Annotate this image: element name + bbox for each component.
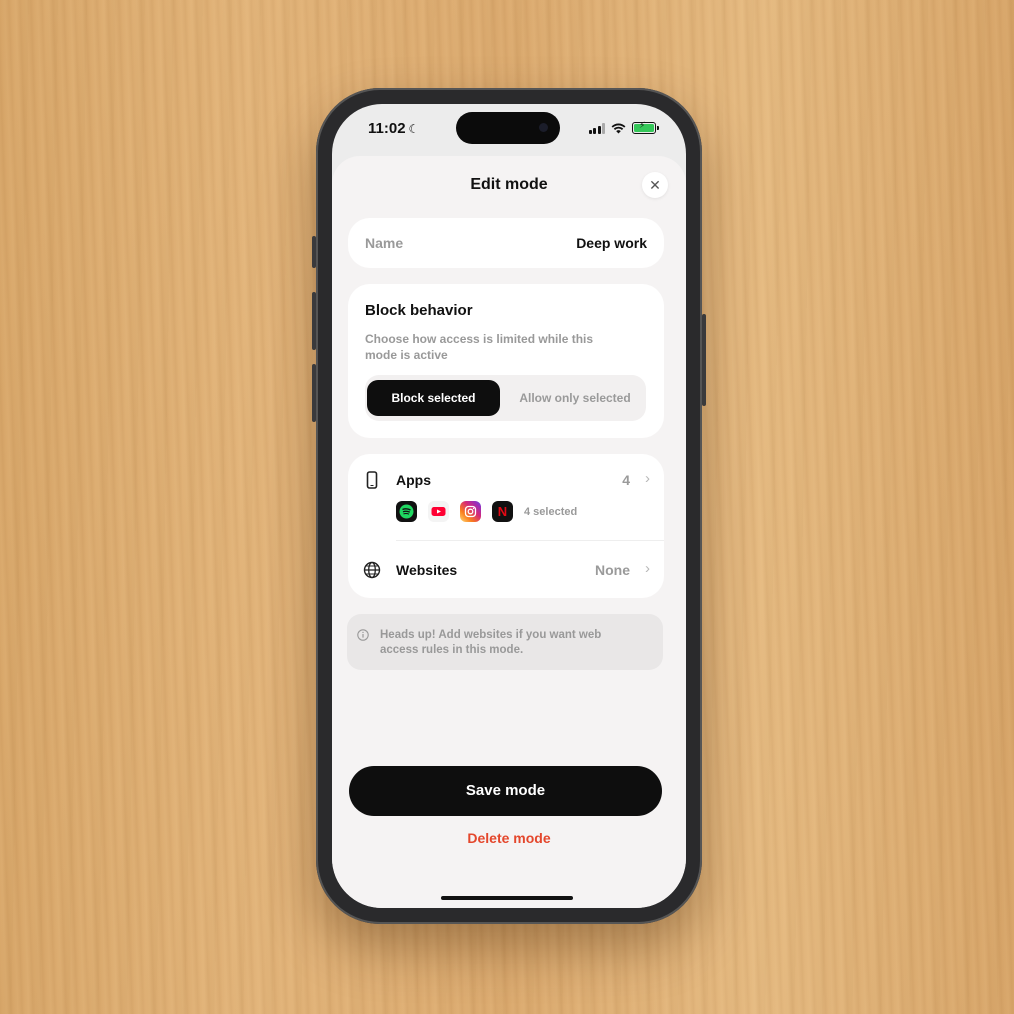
action-button xyxy=(312,236,316,268)
sheet-title: Edit mode xyxy=(470,176,548,193)
moon-icon: ☾ xyxy=(408,122,420,136)
status-time: 11:02 ☾ xyxy=(368,120,419,137)
delete-mode-button[interactable]: Delete mode xyxy=(332,830,686,846)
save-mode-button[interactable]: Save mode xyxy=(349,766,662,816)
status-time-text: 11:02 xyxy=(368,120,406,137)
globe-icon xyxy=(363,561,381,579)
spotify-icon xyxy=(396,501,417,522)
info-icon xyxy=(357,629,369,641)
targets-card: Apps 4 › N 4 selected Websites None › xyxy=(348,454,664,598)
edit-mode-sheet: Edit mode ✕ Name Deep work Block behavio… xyxy=(332,156,686,908)
phone-device: 11:02 ☾ ⚡ Edit mode ✕ Name Deep work Blo… xyxy=(312,88,706,924)
volume-up-button xyxy=(312,292,316,350)
block-behavior-segmented-control: Block selected Allow only selected xyxy=(365,375,646,421)
info-text: Heads up! Add websites if you want web a… xyxy=(380,629,602,656)
wifi-icon xyxy=(611,123,626,133)
allow-only-selected-option[interactable]: Allow only selected xyxy=(505,380,645,416)
volume-down-button xyxy=(312,364,316,422)
signal-icon xyxy=(588,122,605,134)
instagram-icon xyxy=(460,501,481,522)
selected-app-icons: N 4 selected xyxy=(396,501,577,522)
status-icons: ⚡ xyxy=(588,120,659,134)
phone-icon xyxy=(366,471,378,489)
dynamic-island xyxy=(456,112,560,144)
chevron-right-icon: › xyxy=(645,470,650,487)
name-field[interactable]: Name Deep work xyxy=(348,218,664,268)
name-label: Name xyxy=(365,235,404,251)
block-selected-option[interactable]: Block selected xyxy=(367,380,500,416)
youtube-icon xyxy=(428,501,449,522)
camera-icon xyxy=(539,123,548,132)
chevron-right-icon: › xyxy=(645,560,650,577)
close-icon: ✕ xyxy=(649,176,661,193)
block-behavior-description: Choose how access is limited while this … xyxy=(365,332,594,362)
apps-count: 4 xyxy=(622,472,630,488)
websites-label: Websites xyxy=(396,562,458,578)
divider xyxy=(396,540,664,541)
block-behavior-title: Block behavior xyxy=(365,302,473,319)
power-button xyxy=(702,314,706,406)
name-value: Deep work xyxy=(576,235,647,251)
screen: 11:02 ☾ ⚡ Edit mode ✕ Name Deep work Blo… xyxy=(332,104,686,908)
netflix-icon: N xyxy=(492,501,513,522)
apps-selected-count: 4 selected xyxy=(524,505,578,518)
websites-value: None xyxy=(595,562,630,578)
info-banner: Heads up! Add websites if you want web a… xyxy=(347,614,663,670)
home-indicator xyxy=(441,896,573,900)
battery-icon: ⚡ xyxy=(632,120,659,134)
block-behavior-card: Block behavior Choose how access is limi… xyxy=(348,284,664,438)
close-button[interactable]: ✕ xyxy=(642,172,668,198)
apps-label: Apps xyxy=(396,472,431,488)
